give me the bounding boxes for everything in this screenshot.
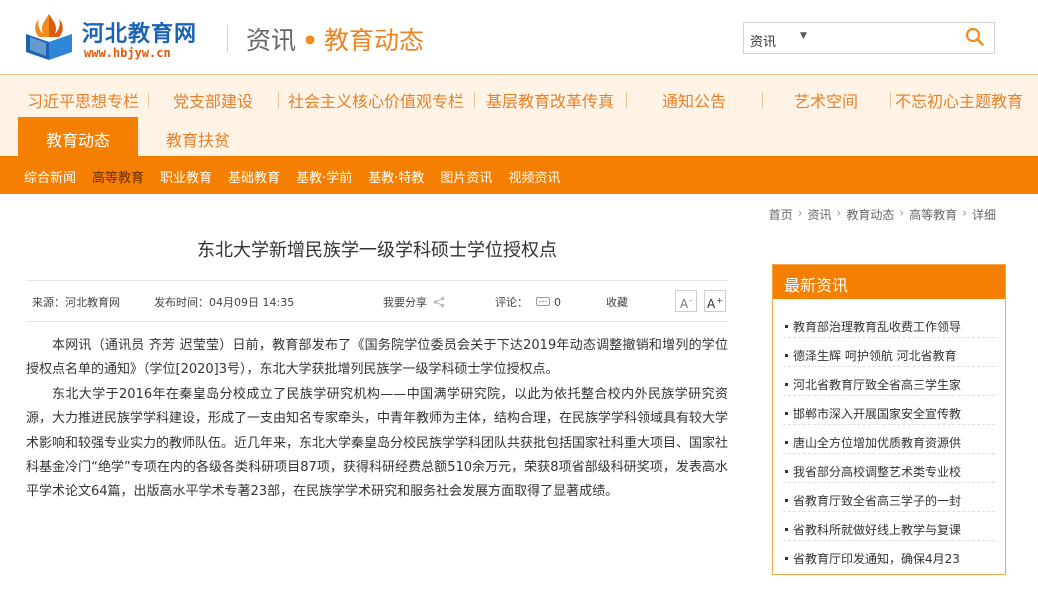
search-icon (965, 27, 984, 46)
section-title-sub: 教育动态 (324, 26, 425, 55)
breadcrumb: 首页 › 资讯 › 教育动态 › 高等教育 › 详细 (769, 206, 996, 223)
search-button[interactable] (958, 25, 992, 51)
minus-icon: - (689, 296, 693, 305)
breadcrumb-higher-education[interactable]: 高等教育 (909, 206, 957, 223)
nav-item-education-poverty[interactable]: 教育扶贫 (138, 117, 258, 157)
subnav-item-photo-news[interactable]: 图片资讯 (440, 167, 492, 186)
bullet-icon (785, 324, 788, 328)
latest-news-item[interactable]: 省教育厅致全省高三学子的一封 (783, 483, 995, 512)
article-meta-bar: 来源：河北教育网 发布时间：04月09日 14:35 我要分享 评论： 0 收藏 … (26, 280, 728, 322)
subnav-item-basic[interactable]: 基础教育 (228, 167, 280, 186)
latest-news-item[interactable]: 我省部分高校调整艺术类专业校 (783, 454, 995, 483)
site-logo[interactable]: 河北教育网 www.hbjyw.cn (22, 10, 202, 64)
nav-item-core-values[interactable]: 社会主义核心价值观专栏 (278, 84, 474, 114)
latest-news-item-text: 唐山全方位增加优质教育资源供 (793, 436, 962, 450)
latest-news-item[interactable]: 河北省教育厅致全省高三学生家 (783, 367, 995, 396)
bullet-icon (785, 411, 788, 415)
bullet-icon (785, 382, 788, 386)
latest-news-item[interactable]: 德泽生辉 呵护领航 河北省教育 (783, 338, 995, 367)
article-date: 发布时间：04月09日 14:35 (154, 296, 295, 309)
subnav-item-vocational[interactable]: 职业教育 (160, 167, 212, 186)
subnav-item-general[interactable]: 综合新闻 (24, 167, 76, 186)
breadcrumb-separator-icon: › (962, 206, 967, 220)
subnav-item-preschool[interactable]: 基教·学前 (296, 167, 352, 186)
comment-icon (536, 297, 550, 306)
latest-news-item-text: 河北省教育厅致全省高三学生家 (793, 378, 962, 392)
breadcrumb-home[interactable]: 首页 (769, 206, 793, 223)
comment-button[interactable]: 评论： 0 (495, 294, 561, 310)
nav-item-notices[interactable]: 通知公告 (626, 84, 762, 114)
bullet-icon (785, 556, 788, 560)
latest-news-item-text: 教育部治理教育乱收费工作领导 (793, 320, 962, 334)
breadcrumb-news[interactable]: 资讯 (808, 206, 832, 223)
main-nav-row-2: 教育动态 教育扶贫 (18, 117, 258, 157)
latest-news-item-text: 我省部分高校调整艺术类专业校 (793, 465, 962, 479)
bullet-icon (785, 440, 788, 444)
latest-news-item-text: 德泽生辉 呵护领航 河北省教育 (793, 349, 957, 363)
share-icon (433, 296, 445, 308)
search-category-value: 资讯 (750, 35, 777, 50)
latest-news-item[interactable]: 省教科所就做好线上教学与复课 (783, 512, 995, 541)
main-nav: 习近平思想专栏 党支部建设 社会主义核心价值观专栏 基层教育改革传真 通知公告 … (0, 74, 1038, 157)
nav-item-education-news[interactable]: 教育动态 (18, 117, 138, 157)
logo-name: 河北教育网 (82, 22, 198, 47)
latest-news-item[interactable]: 省教育厅印发通知，确保4月23 (783, 541, 995, 570)
latest-news-item-text: 省教科所就做好线上教学与复课 (793, 523, 962, 537)
latest-news-item[interactable]: 教育部治理教育乱收费工作领导 (783, 309, 995, 338)
article-title: 东北大学新增民族学一级学科硕士学位授权点 (197, 240, 557, 261)
bullet-icon (785, 498, 788, 502)
font-increase-label: A (707, 297, 716, 311)
bullet-icon (785, 353, 788, 357)
nav-item-grassroots-reform[interactable]: 基层教育改革传真 (474, 84, 626, 114)
nav-item-art-space[interactable]: 艺术空间 (762, 84, 890, 114)
article-body: 本网讯（通讯员 齐芳 迟莹莹）日前，教育部发布了《国务院学位委员会关于下达201… (26, 334, 728, 505)
logo-book-flame-icon (26, 14, 72, 60)
breadcrumb-education-news[interactable]: 教育动态 (846, 206, 894, 223)
search-input[interactable] (816, 25, 956, 51)
bullet-icon (785, 469, 788, 473)
font-decrease-button[interactable]: A- (675, 290, 697, 312)
article-paragraph: 本网讯（通讯员 齐芳 迟莹莹）日前，教育部发布了《国务院学位委员会关于下达201… (26, 338, 728, 378)
site-header: 河北教育网 www.hbjyw.cn 资讯 • 教育动态 资讯 ▼ (0, 0, 1038, 74)
plus-icon: + (716, 296, 723, 305)
subnav-item-higher-education[interactable]: 高等教育 (92, 167, 144, 186)
nav-item-xi-thought[interactable]: 习近平思想专栏 (18, 84, 148, 114)
subnav-item-video-news[interactable]: 视频资讯 (508, 167, 560, 186)
share-button[interactable]: 我要分享 (383, 294, 445, 310)
article-source: 来源：河北教育网 (32, 296, 120, 309)
latest-news-list: 教育部治理教育乱收费工作领导 德泽生辉 呵护领航 河北省教育 河北省教育厅致全省… (773, 299, 1005, 570)
search-box: 资讯 ▼ (743, 22, 995, 54)
share-label: 我要分享 (383, 296, 427, 309)
font-increase-button[interactable]: A+ (704, 290, 726, 312)
breadcrumb-separator-icon: › (899, 206, 905, 220)
latest-news-title: 最新资讯 (773, 265, 1005, 299)
comment-count: 0 (554, 296, 561, 309)
subnav-item-special[interactable]: 基教·特教 (368, 167, 424, 186)
font-decrease-label: A (679, 297, 689, 311)
header-divider (227, 25, 228, 53)
chevron-down-icon: ▼ (800, 31, 807, 41)
section-title-main: 资讯 (246, 26, 297, 55)
logo-url: www.hbjyw.cn (84, 46, 171, 60)
article-paragraph: 东北大学于2016年在秦皇岛分校成立了民族学研究机构——中国满学研究院，以此为依… (26, 386, 729, 500)
breadcrumb-current: 详细 (971, 208, 996, 222)
latest-news-item[interactable]: 邯郸市深入开展国家安全宣传教 (783, 396, 995, 425)
nav-item-original-aspiration[interactable]: 不忘初心主题教育 (890, 84, 1028, 114)
favorite-button[interactable]: 收藏 (606, 294, 628, 310)
latest-news-panel: 最新资讯 教育部治理教育乱收费工作领导 德泽生辉 呵护领航 河北省教育 河北省教… (772, 264, 1006, 575)
latest-news-item-text: 邯郸市深入开展国家安全宣传教 (793, 407, 962, 421)
sub-nav: 综合新闻 高等教育 职业教育 基础教育 基教·学前 基教·特教 图片资讯 视频资… (0, 156, 1038, 194)
section-title-dot: • (302, 26, 318, 55)
latest-news-item[interactable]: 唐山全方位增加优质教育资源供 (783, 425, 995, 454)
bullet-icon (785, 527, 788, 531)
main-nav-row-1: 习近平思想专栏 党支部建设 社会主义核心价值观专栏 基层教育改革传真 通知公告 … (18, 84, 1028, 114)
comment-label: 评论： (495, 296, 528, 309)
sub-nav-row: 综合新闻 高等教育 职业教育 基础教育 基教·学前 基教·特教 图片资讯 视频资… (24, 167, 576, 186)
breadcrumb-separator-icon: › (836, 206, 842, 220)
breadcrumb-separator-icon: › (797, 206, 803, 220)
nav-item-party-branch[interactable]: 党支部建设 (148, 84, 278, 114)
latest-news-item-text: 省教育厅致全省高三学子的一封 (793, 494, 962, 508)
section-title: 资讯 • 教育动态 (246, 21, 424, 57)
latest-news-item-text: 省教育厅印发通知，确保4月23 (793, 552, 960, 566)
